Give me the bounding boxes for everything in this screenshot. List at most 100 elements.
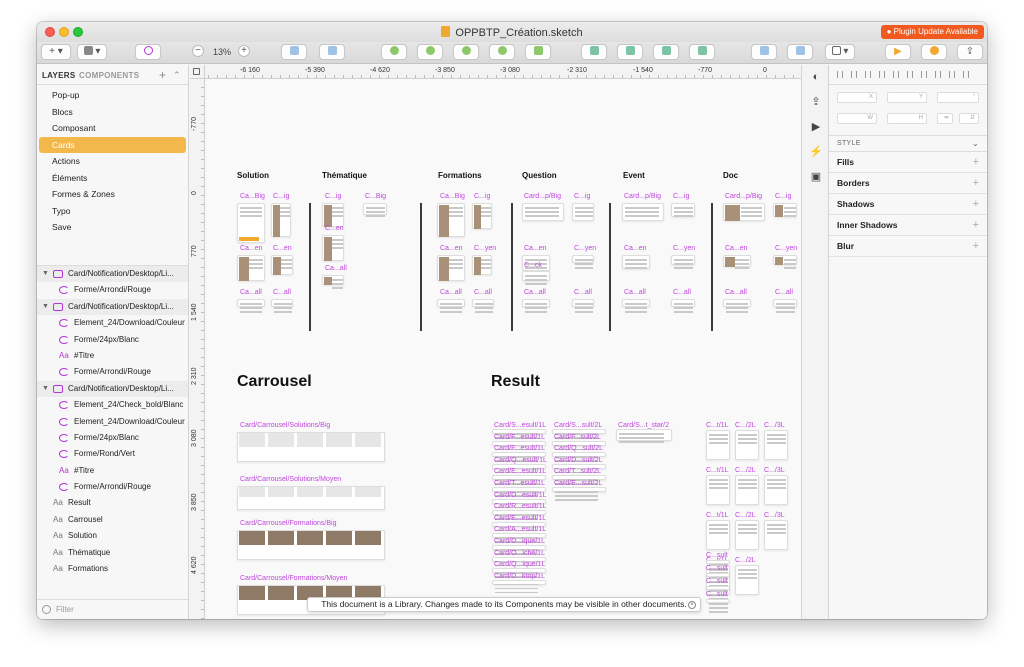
layer-row[interactable]: Forme/24px/Blanc	[37, 430, 188, 446]
align-center-icon[interactable]	[851, 71, 857, 78]
union-button[interactable]	[381, 44, 407, 60]
carrousel-artboard[interactable]	[237, 486, 385, 510]
backward-button[interactable]	[617, 44, 643, 60]
rotate-button[interactable]	[787, 44, 813, 60]
export-button[interactable]: ⇪	[957, 44, 983, 60]
section-divider[interactable]	[420, 203, 422, 331]
layer-row[interactable]: Aa Result	[37, 495, 188, 511]
artboard-card[interactable]	[706, 475, 730, 505]
blur-section[interactable]: Blur +	[829, 236, 987, 257]
close-notice-button[interactable]: ×	[688, 601, 696, 609]
artboard-card[interactable]	[271, 203, 291, 237]
artboard-card[interactable]	[735, 430, 759, 460]
resize-icon[interactable]	[963, 71, 969, 78]
flip-v-button[interactable]: ⇵	[959, 113, 979, 124]
page-item[interactable]: Blocs	[37, 104, 188, 121]
artboard-card[interactable]	[237, 299, 265, 313]
layer-row[interactable]: Forme/Arrondi/Rouge	[37, 282, 188, 298]
inspect-tab-icon[interactable]: ◐	[809, 71, 823, 83]
align-middle-icon[interactable]	[907, 71, 913, 78]
artboard-card[interactable]	[522, 203, 564, 221]
section-divider[interactable]	[711, 203, 713, 331]
artboard-card[interactable]	[322, 203, 344, 227]
layer-group-row[interactable]: ▼ Card/Notification/Desktop/Li...	[37, 380, 188, 398]
artboard-card[interactable]	[363, 203, 387, 217]
layer-row[interactable]: Forme/Arrondi/Rouge	[37, 479, 188, 495]
zoom-out-button[interactable]: −	[192, 45, 204, 57]
artboard-card[interactable]	[706, 599, 730, 613]
cloud-button[interactable]	[921, 44, 947, 60]
artboard-card[interactable]	[271, 255, 293, 275]
artboard-card[interactable]	[572, 255, 594, 269]
align-bottom-icon[interactable]	[921, 71, 927, 78]
artboard-card[interactable]	[622, 299, 650, 313]
outline-button[interactable]	[525, 44, 551, 60]
artboard-card[interactable]	[472, 299, 494, 313]
add-shadow-button[interactable]: +	[973, 194, 979, 215]
layer-row[interactable]: Aa #Titre	[37, 348, 188, 364]
page-item-selected[interactable]: Cards	[39, 136, 186, 153]
layer-row[interactable]: Element_24/Download/Couleur	[37, 414, 188, 430]
transform-button[interactable]	[319, 44, 345, 60]
intersect-button[interactable]	[453, 44, 479, 60]
artboard-card[interactable]	[671, 299, 695, 313]
artboard-card[interactable]	[237, 255, 265, 281]
mask-button[interactable]	[653, 44, 679, 60]
artboard-card[interactable]	[572, 299, 594, 313]
artboard-card[interactable]	[322, 275, 344, 289]
inner-shadows-section[interactable]: Inner Shadows +	[829, 215, 987, 236]
canvas[interactable]: -6 160 -5 390 -4 620 -3 850 -3 080 -2 310 -1 5…	[190, 65, 801, 619]
view-button[interactable]: ▾	[825, 44, 855, 60]
artboard-card[interactable]	[773, 299, 797, 313]
align-top-icon[interactable]	[893, 71, 899, 78]
artboard-card[interactable]	[472, 203, 492, 229]
page-item[interactable]: Formes & Zones	[37, 186, 188, 203]
scale-button[interactable]	[689, 44, 715, 60]
layer-group-row[interactable]: ▼ Card/Notification/Desktop/Li...	[37, 266, 188, 283]
filter-icon[interactable]	[42, 605, 51, 614]
page-item[interactable]: Éléments	[37, 170, 188, 187]
artboard-card[interactable]	[472, 255, 492, 275]
width-field[interactable]: W	[837, 113, 877, 124]
layer-list-button[interactable]: ▾	[77, 44, 107, 60]
layer-row[interactable]: Aa Thématique	[37, 545, 188, 561]
flip-h-button[interactable]: ⇹	[937, 113, 953, 124]
section-divider[interactable]	[609, 203, 611, 331]
forward-button[interactable]	[581, 44, 607, 60]
add-inner-shadow-button[interactable]: +	[973, 215, 979, 236]
artboard-card[interactable]	[622, 255, 650, 269]
artboard-card[interactable]	[671, 203, 695, 217]
artboard-card[interactable]	[735, 475, 759, 505]
page-item[interactable]: Typo	[37, 203, 188, 220]
preview-button[interactable]: ▶	[885, 44, 911, 60]
artboard-card[interactable]	[522, 299, 550, 313]
artboard-card[interactable]	[764, 430, 788, 460]
section-divider[interactable]	[511, 203, 513, 331]
artboard-card[interactable]	[773, 203, 797, 217]
page-item[interactable]: Save	[37, 219, 188, 236]
flatten-button[interactable]	[751, 44, 777, 60]
artboard-card[interactable]	[706, 586, 730, 600]
page-item[interactable]: Pop-up	[37, 87, 188, 104]
page-item[interactable]: Actions	[37, 153, 188, 170]
tab-components[interactable]: COMPONENTS	[79, 71, 139, 80]
artboard-card[interactable]	[735, 565, 759, 595]
plugin-update-badge[interactable]: ● Plugin Update Available	[880, 25, 984, 39]
tab-layers[interactable]: LAYERS	[42, 71, 76, 80]
artboard-card[interactable]	[622, 203, 664, 221]
carrousel-artboard[interactable]	[237, 530, 385, 560]
artboard-card[interactable]	[764, 520, 788, 550]
filter-input[interactable]: Filter	[56, 605, 74, 614]
disclosure-triangle-icon[interactable]: ▼	[42, 266, 49, 282]
artboard-card[interactable]	[271, 299, 293, 313]
add-border-button[interactable]: +	[973, 173, 979, 194]
interaction-tab-icon[interactable]: ⚡	[809, 146, 823, 158]
height-field[interactable]: H	[887, 113, 927, 124]
artboard-card[interactable]	[437, 255, 465, 281]
layer-group-row[interactable]: ▼ Card/Notification/Desktop/Li...	[37, 298, 188, 316]
carrousel-artboard[interactable]	[237, 432, 385, 462]
align-right-icon[interactable]	[865, 71, 871, 78]
distribute-v-icon[interactable]	[935, 71, 941, 78]
disclosure-triangle-icon[interactable]: ▼	[42, 381, 49, 397]
artboard-card[interactable]	[706, 430, 730, 460]
